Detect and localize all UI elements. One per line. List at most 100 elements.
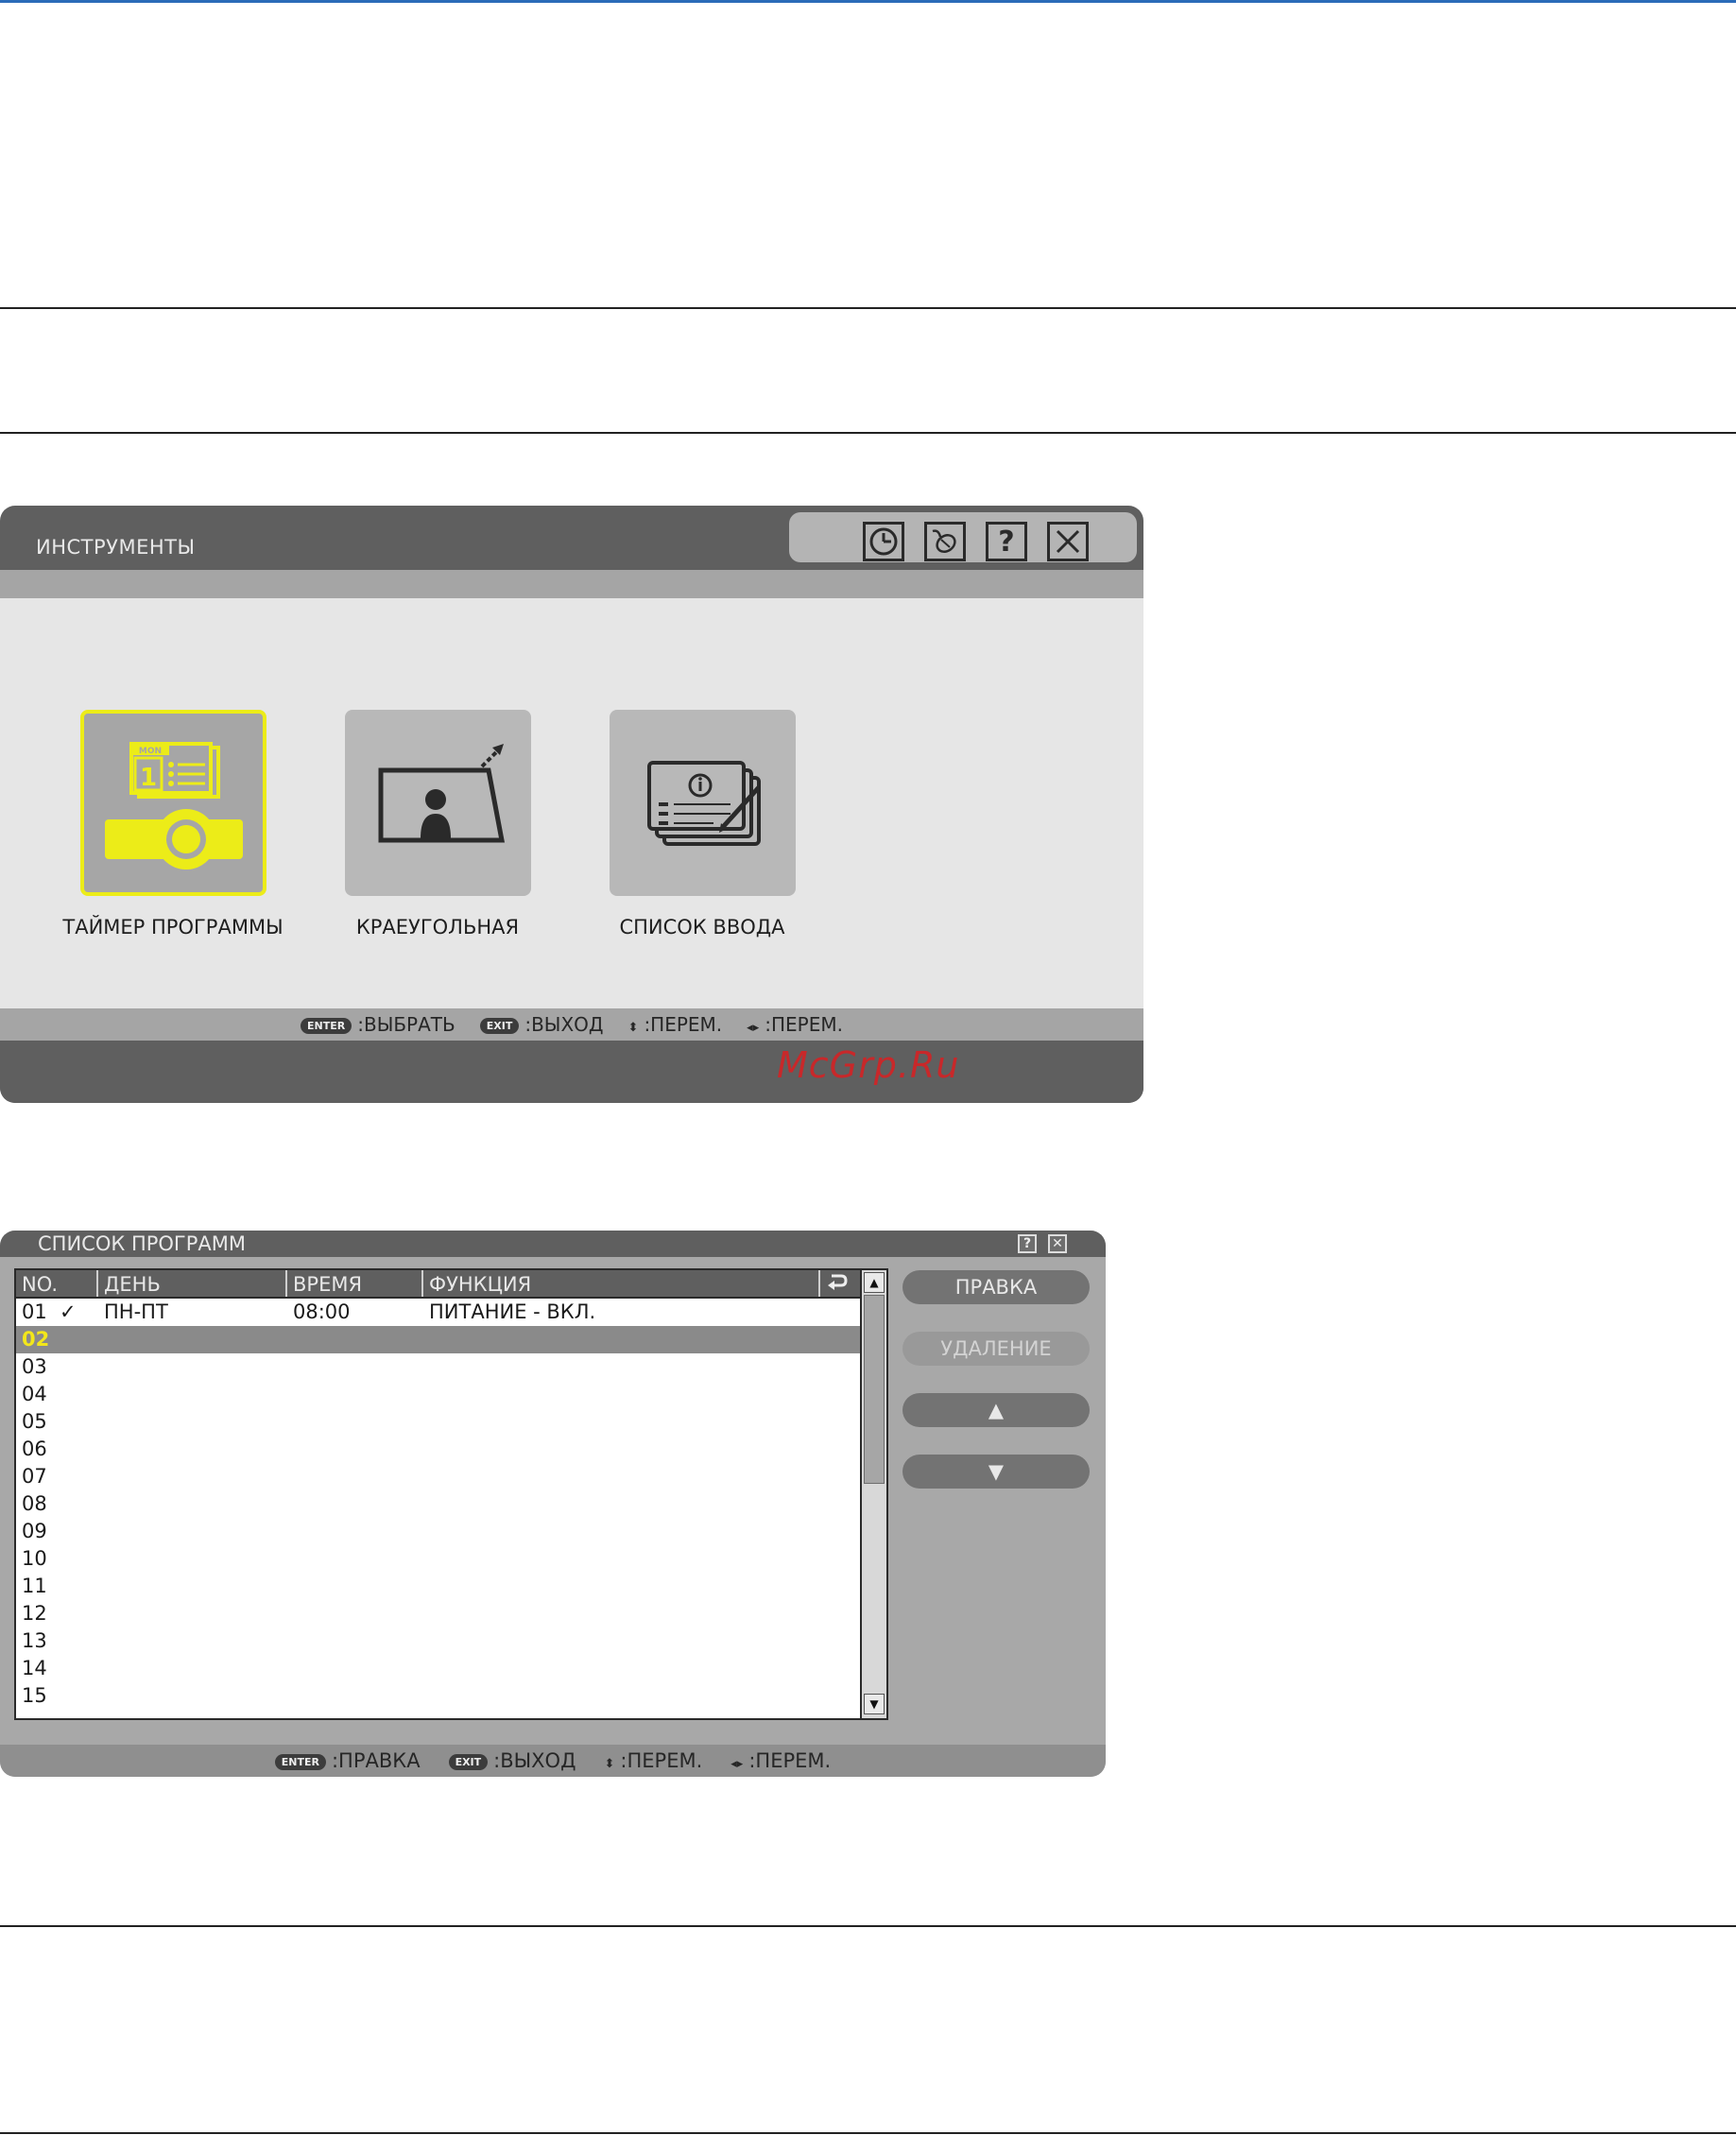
- col-header-time[interactable]: ВРЕМЯ: [287, 1270, 423, 1297]
- tile-cornerstone[interactable]: [345, 710, 531, 896]
- program-timer-icon: MON 1: [105, 742, 243, 869]
- tile-label-cornerstone: КРАЕУГОЛЬНАЯ: [355, 916, 520, 938]
- program-list-window: СПИСОК ПРОГРАММ ? ✕ NO. ДЕНЬ ВРЕМЯ ФУНКЦ…: [0, 1231, 1106, 1777]
- scroll-down-button[interactable]: ▼: [864, 1694, 885, 1714]
- leftright-arrow-icon: ◂▸: [747, 1021, 760, 1035]
- table-row[interactable]: 05: [16, 1408, 860, 1436]
- leftright-arrow-icon: ◂▸: [730, 1757, 744, 1771]
- close-icon[interactable]: ✕: [1048, 1234, 1067, 1253]
- move-down-button[interactable]: ▼: [902, 1455, 1090, 1489]
- tile-program-timer[interactable]: MON 1: [80, 710, 266, 896]
- table-row[interactable]: 10: [16, 1545, 860, 1573]
- cell-function: ПИТАНИЕ - ВКЛ.: [429, 1300, 596, 1323]
- toolbar-tray: ?: [789, 512, 1137, 562]
- program-table: NO. ДЕНЬ ВРЕМЯ ФУНКЦИЯ 01 ✓ ПН-ПТ 08:00 ПИТА…: [14, 1268, 888, 1720]
- cell-no: 15: [22, 1684, 47, 1707]
- cell-no: 06: [22, 1438, 47, 1460]
- input-list-icon: [647, 761, 761, 846]
- table-row[interactable]: 01 ✓ ПН-ПТ 08:00 ПИТАНИЕ - ВКЛ.: [16, 1299, 860, 1326]
- edit-button[interactable]: ПРАВКА: [902, 1270, 1090, 1304]
- cell-no: 10: [22, 1547, 47, 1570]
- col-header-day[interactable]: ДЕНЬ: [98, 1270, 287, 1297]
- section-rule: [0, 432, 1736, 434]
- calendar-date-text: 1: [140, 764, 157, 792]
- hint-enter-text: :ПРАВКА: [331, 1749, 421, 1772]
- cell-no: 09: [22, 1520, 47, 1542]
- cell-no: 11: [22, 1575, 47, 1597]
- tile-label-input-list: СПИСОК ВВОДА: [619, 916, 785, 938]
- watermark: McGrp.Ru: [777, 1044, 960, 1086]
- scrollbar-thumb[interactable]: [864, 1295, 885, 1484]
- updown-arrow-icon: ⬍: [604, 1757, 615, 1771]
- updown-arrow-icon: ⬍: [627, 1021, 639, 1035]
- hint-updown-text: :ПЕРЕМ.: [620, 1749, 703, 1772]
- repeat-icon[interactable]: [820, 1270, 860, 1297]
- scroll-up-button[interactable]: ▲: [864, 1272, 885, 1293]
- hint-leftright-text: :ПЕРЕМ.: [765, 1013, 843, 1036]
- table-row[interactable]: 03: [16, 1353, 860, 1381]
- hint-exit: EXIT:ВЫХОД: [479, 1013, 604, 1036]
- tools-bottom-bar: [0, 1041, 1143, 1103]
- hint-enter: ENTER :ВЫБРАТЬ: [301, 1013, 455, 1036]
- table-row[interactable]: 12: [16, 1600, 860, 1627]
- table-row[interactable]: 04: [16, 1381, 860, 1408]
- delete-button[interactable]: УДАЛЕНИЕ: [902, 1332, 1090, 1366]
- tile-input-list[interactable]: [610, 710, 796, 896]
- tools-footer-hints: ENTER :ВЫБРАТЬ EXIT:ВЫХОД ⬍ :ПЕРЕМ. ◂▸ :ПЕР…: [0, 1008, 1143, 1041]
- exit-key-badge: EXIT: [479, 1018, 520, 1034]
- top-rule: [0, 0, 1736, 3]
- mouse-icon[interactable]: [924, 522, 966, 561]
- tile-label-program-timer: ТАЙМЕР ПРОГРАММЫ: [62, 916, 284, 938]
- cell-check: ✓: [60, 1300, 77, 1323]
- enter-key-badge: ENTER: [301, 1018, 352, 1034]
- cell-no: 02: [22, 1328, 50, 1351]
- col-header-function[interactable]: ФУНКЦИЯ: [423, 1270, 820, 1297]
- help-icon[interactable]: ?: [1018, 1234, 1037, 1253]
- cell-no: 13: [22, 1629, 47, 1652]
- clock-icon[interactable]: [863, 522, 904, 561]
- exit-key-badge: EXIT: [448, 1753, 489, 1770]
- table-row[interactable]: 08: [16, 1490, 860, 1518]
- hint-updown: ⬍ :ПЕРЕМ.: [628, 1013, 723, 1036]
- hint-updown-text: :ПЕРЕМ.: [644, 1013, 723, 1036]
- cell-time: 08:00: [293, 1300, 351, 1323]
- enter-key-badge: ENTER: [274, 1753, 326, 1770]
- hint-exit: EXIT:ВЫХОД: [448, 1749, 576, 1772]
- tools-header-band: [0, 570, 1143, 598]
- hint-enter: ENTER :ПРАВКА: [274, 1749, 421, 1772]
- section-rule: [0, 1925, 1736, 1927]
- help-icon[interactable]: ?: [986, 522, 1027, 561]
- close-icon[interactable]: [1047, 522, 1089, 561]
- table-scrollbar[interactable]: ▲ ▼: [860, 1270, 886, 1718]
- table-row[interactable]: 07: [16, 1463, 860, 1490]
- hint-exit-text: :ВЫХОД: [524, 1013, 604, 1036]
- program-title: СПИСОК ПРОГРАММ: [38, 1232, 246, 1255]
- tools-body: MON 1 ТАЙМЕР ПРОГРАММЫ КРАЕУГОЛЬНАЯ СПИС…: [0, 598, 1143, 1008]
- hint-enter-text: :ВЫБРАТЬ: [357, 1013, 455, 1036]
- table-header: NO. ДЕНЬ ВРЕМЯ ФУНКЦИЯ: [16, 1270, 860, 1299]
- program-footer-hints: ENTER :ПРАВКА EXIT:ВЫХОД ⬍ :ПЕРЕМ. ◂▸ :ПЕРЕ…: [0, 1745, 1106, 1777]
- calendar-day-text: MON: [139, 747, 162, 756]
- section-rule: [0, 2132, 1736, 2134]
- col-header-no[interactable]: NO.: [16, 1270, 98, 1297]
- table-row[interactable]: 15: [16, 1682, 860, 1710]
- cell-no: 12: [22, 1602, 47, 1625]
- tools-title: ИНСТРУМЕНТЫ: [36, 536, 196, 559]
- table-row[interactable]: 13: [16, 1627, 860, 1655]
- tools-window: ИНСТРУМЕНТЫ ? MON 1 ТАЙМЕР ПРОГРАММЫ КРА…: [0, 506, 1143, 1103]
- cell-no: 01: [22, 1300, 47, 1323]
- section-rule: [0, 307, 1736, 309]
- table-row[interactable]: 11: [16, 1573, 860, 1600]
- hint-leftright: ◂▸ :ПЕРЕМ.: [747, 1013, 843, 1036]
- hint-exit-text: :ВЫХОД: [493, 1749, 576, 1772]
- table-row[interactable]: 09: [16, 1518, 860, 1545]
- table-row[interactable]: 14: [16, 1655, 860, 1682]
- move-up-button[interactable]: ▲: [902, 1393, 1090, 1427]
- table-row[interactable]: 02: [16, 1326, 860, 1353]
- cell-no: 04: [22, 1383, 47, 1405]
- cell-no: 03: [22, 1355, 47, 1378]
- cell-no: 14: [22, 1657, 47, 1679]
- cornerstone-icon: [378, 744, 506, 843]
- table-row[interactable]: 06: [16, 1436, 860, 1463]
- hint-updown: ⬍ :ПЕРЕМ.: [605, 1749, 703, 1772]
